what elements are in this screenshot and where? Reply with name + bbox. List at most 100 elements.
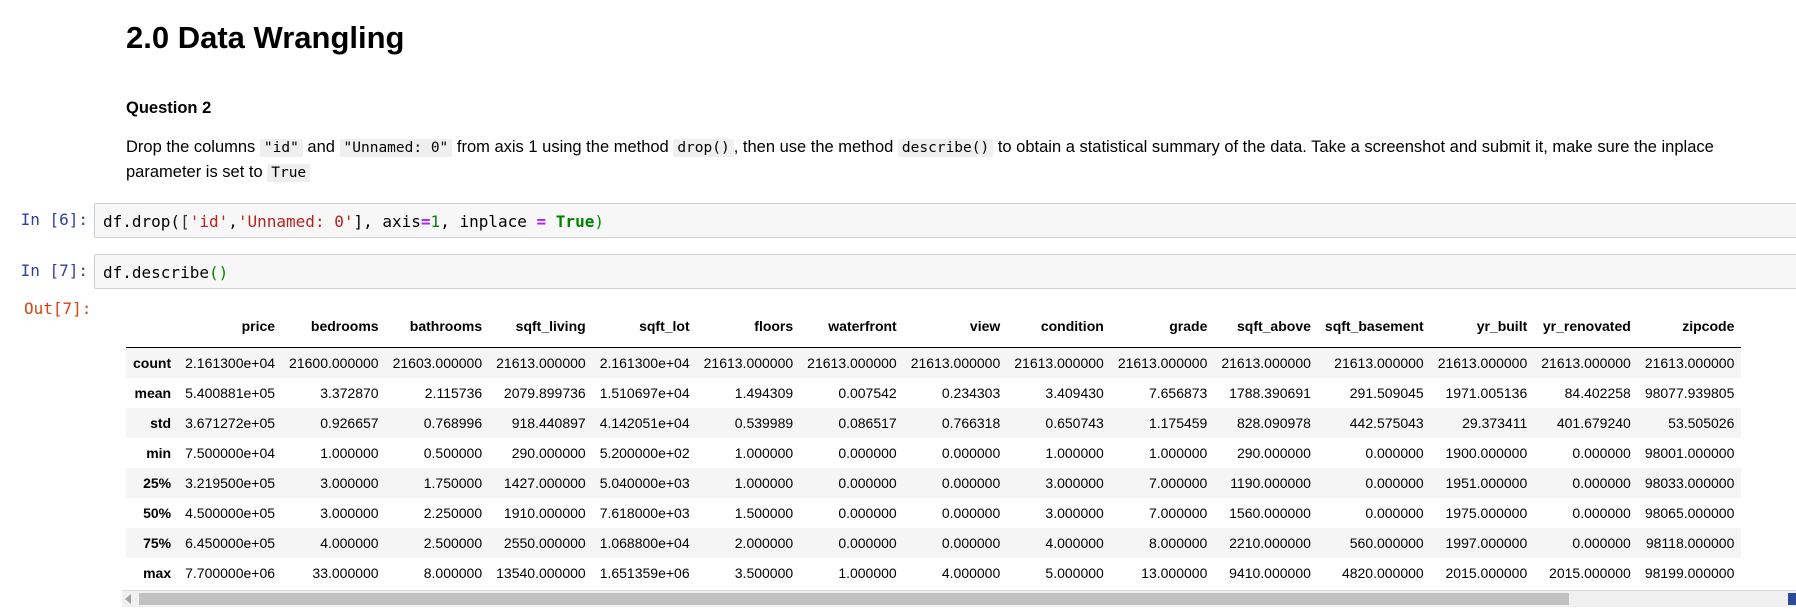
text-segment: from axis 1 using the method (452, 138, 674, 156)
code-operator: = (536, 212, 547, 231)
table-cell: 0.926657 (320, 415, 379, 431)
table-cell: 33.000000 (312, 565, 379, 581)
table-row: std 3.671272e+05 0.926657 0.768996 918.44089… (126, 408, 1742, 438)
code-token: , inplace (440, 212, 537, 231)
row-label: std (150, 415, 172, 431)
column-header: yr_renovated (1534, 305, 1638, 348)
table-cell: 98001.000000 (1644, 445, 1735, 461)
table-cell: 98118.000000 (1645, 535, 1735, 551)
table-cell: 0.000000 (838, 505, 897, 521)
output-prompt: Out[7]: (24, 299, 92, 318)
table-cell: 5.200000e+02 (599, 445, 690, 461)
describe-output-table: price bedrooms bathrooms sqft_living sqft_lo… (126, 305, 1742, 589)
row-label: count (133, 355, 172, 371)
instruction-paragraph: Drop the columns "id" and "Unnamed: 0" f… (126, 135, 1766, 185)
column-header: waterfront (800, 305, 904, 348)
table-cell: 0.086517 (838, 415, 897, 431)
table-cell: 0.000000 (838, 445, 897, 461)
table-cell: 1951.000000 (1445, 475, 1528, 491)
table-cell: 3.000000 (1045, 475, 1104, 491)
table-cell: 7.000000 (1148, 505, 1208, 521)
scrollbar-thumb[interactable] (139, 593, 1569, 605)
table-cell: 1.000000 (838, 565, 897, 581)
code-token: df.drop( (103, 212, 181, 231)
table-cell: 0.768996 (423, 415, 483, 431)
horizontal-scrollbar[interactable] (122, 590, 1796, 607)
table-cell: 4.500000e+05 (185, 505, 276, 521)
table-cell: 4.000000 (1045, 535, 1104, 551)
table-cell: 8.000000 (423, 565, 483, 581)
column-header: sqft_above (1214, 305, 1318, 348)
column-header: view (903, 305, 1008, 348)
column-header: yr_built (1430, 305, 1535, 348)
code-token: df.describe (103, 263, 209, 282)
column-header: sqft_lot (592, 305, 697, 348)
table-cell: 3.372870 (320, 385, 379, 401)
table-cell: 0.000000 (1572, 475, 1631, 491)
input-prompt: In [6]: (20, 210, 88, 229)
scroll-left-arrow-icon[interactable] (125, 594, 131, 604)
table-body: count 2.161300e+04 21600.000000 21603.00000… (126, 347, 1742, 589)
table-cell: 7.618000e+03 (599, 505, 690, 521)
table-cell: 4.000000 (941, 565, 1001, 581)
table-cell: 290.000000 (511, 445, 586, 461)
table-cell: 2.161300e+04 (599, 355, 690, 371)
code-keyword: True (555, 212, 595, 231)
code-token: [ (180, 212, 190, 231)
code-token: () (208, 263, 229, 282)
table-cell: 0.000000 (941, 505, 1001, 521)
table-cell: 21613.000000 (1014, 355, 1104, 371)
table-cell: 5.040000e+03 (599, 475, 690, 491)
table-row: 75% 6.450000e+05 4.000000 2.500000 2550.0000… (126, 528, 1742, 558)
table-cell: 1.494309 (734, 385, 794, 401)
table-cell: 918.440897 (511, 415, 586, 431)
table-cell: 2.161300e+04 (185, 355, 276, 371)
row-label: max (143, 565, 172, 581)
table-cell: 442.575043 (1349, 415, 1424, 431)
table-cell: 3.500000 (734, 565, 794, 581)
input-prompt: In [7]: (20, 261, 88, 280)
table-row: count 2.161300e+04 21600.000000 21603.00000… (126, 347, 1742, 378)
table-row: max 7.700000e+06 33.000000 8.000000 13540.00… (126, 558, 1741, 588)
table-header-row: price bedrooms bathrooms sqft_living sqft_lo… (126, 305, 1742, 348)
table-cell: 2015.000000 (1549, 565, 1631, 581)
table-cell: 2.250000 (423, 505, 483, 521)
table-cell: 7.000000 (1148, 475, 1208, 491)
table-cell: 0.766318 (941, 415, 1001, 431)
table-cell: 1788.390691 (1229, 385, 1311, 401)
row-label: 75% (143, 535, 172, 551)
code-cell-input[interactable]: df.drop(['id','Unnamed: 0'], axis=1, inp… (94, 203, 1796, 238)
table-cell: 29.373411 (1462, 415, 1528, 431)
row-label: 50% (143, 505, 172, 521)
column-header: bedrooms (282, 305, 386, 348)
table-cell: 5.400881e+05 (185, 385, 276, 401)
table-cell: 1.500000 (734, 505, 794, 521)
table-cell: 21613.000000 (1644, 355, 1735, 371)
table-cell: 0.000000 (838, 535, 897, 551)
table-cell: 21600.000000 (289, 355, 379, 371)
table-cell: 1.651359e+06 (599, 565, 690, 581)
table-cell: 4820.000000 (1341, 565, 1424, 581)
code-cell-input[interactable]: df.describe() (94, 254, 1796, 289)
table-cell: 1560.000000 (1229, 505, 1311, 521)
table-cell: 8.000000 (1148, 535, 1208, 551)
scroll-right-arrow-icon[interactable] (1788, 593, 1796, 605)
inline-code: "id" (259, 139, 303, 157)
column-header: grade (1110, 305, 1215, 348)
table-cell: 1.000000 (734, 475, 794, 491)
table-cell: 1427.000000 (503, 475, 586, 491)
table-cell: 3.000000 (320, 475, 379, 491)
row-label: min (146, 445, 172, 461)
row-label: mean (134, 385, 172, 401)
column-header: bathrooms (385, 305, 490, 348)
table-cell: 560.000000 (1349, 535, 1424, 551)
code-operator: = (420, 212, 431, 231)
table-cell: 1971.005136 (1445, 385, 1528, 401)
text-segment: , then use the method (733, 138, 898, 156)
code-token: ], axis (353, 212, 421, 231)
column-header: condition (1007, 305, 1111, 348)
code-token: , (228, 212, 238, 231)
index-header (126, 305, 179, 348)
table-cell: 21613.000000 (1117, 355, 1208, 371)
question-label: Question 2 (126, 99, 212, 117)
